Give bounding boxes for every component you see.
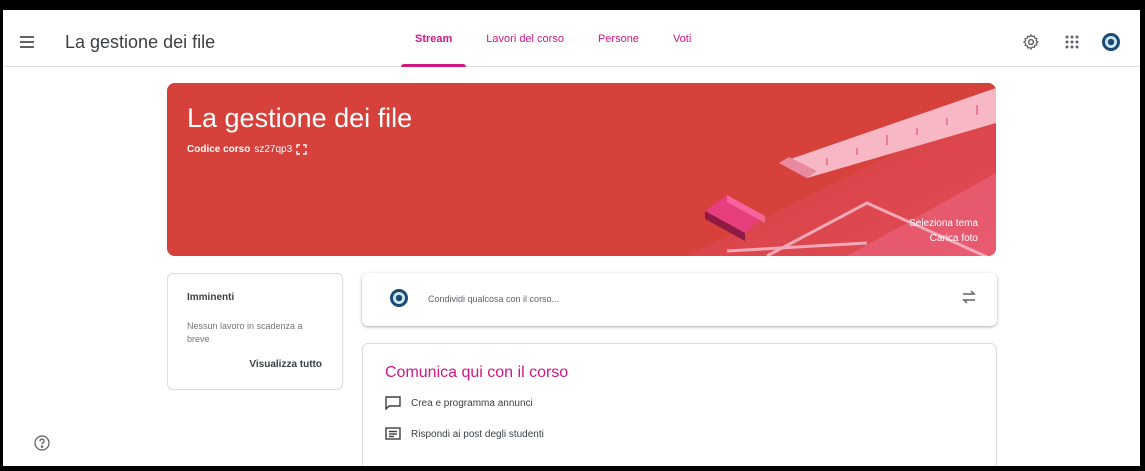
tab-voti[interactable]: Voti	[659, 10, 705, 67]
tab-lavori-del-corso[interactable]: Lavori del corso	[472, 10, 578, 67]
create-announcement-label: Crea e programma annunci	[411, 397, 533, 409]
communicate-heading: Comunica qui con il corso	[385, 364, 569, 381]
class-code-label: Codice corso	[187, 144, 251, 155]
gear-icon[interactable]	[1021, 32, 1041, 52]
share-input[interactable]: Condividi qualcosa con il corso...	[428, 294, 559, 304]
reply-posts-item[interactable]: Rispondi ai post degli studenti	[385, 427, 544, 441]
class-title[interactable]: La gestione dei file	[65, 32, 215, 53]
top-bar: La gestione dei file Stream Lavori del c…	[3, 10, 1140, 67]
upload-photo-link[interactable]: Carica foto	[930, 233, 978, 244]
message-list-icon	[385, 427, 401, 440]
share-box[interactable]: Condividi qualcosa con il corso...	[362, 273, 997, 326]
upcoming-heading: Imminenti	[187, 292, 235, 303]
create-announcement-item[interactable]: Crea e programma annunci	[385, 396, 533, 410]
reply-posts-label: Rispondi ai post degli studenti	[411, 428, 544, 440]
user-avatar-icon	[389, 288, 409, 313]
class-code-value: sz27qp3	[254, 144, 293, 155]
help-icon[interactable]	[34, 435, 50, 456]
upcoming-message: Nessun lavoro in scadenza a breve	[187, 321, 303, 344]
class-code: Codice corso sz27qp3	[187, 144, 307, 155]
communicate-card: Comunica qui con il corso Crea e program…	[362, 343, 997, 466]
select-theme-link[interactable]: Seleziona tema	[909, 218, 978, 229]
upcoming-card: Imminenti Nessun lavoro in scadenza a br…	[167, 273, 343, 390]
comment-icon	[385, 396, 401, 410]
classroom-window: La gestione dei file Stream Lavori del c…	[3, 10, 1140, 466]
apps-grid-icon[interactable]	[1062, 32, 1082, 52]
class-banner: La gestione dei file Codice corso sz27qp…	[167, 83, 996, 256]
view-all-link[interactable]: Visualizza tutto	[249, 359, 322, 370]
banner-title: La gestione dei file	[187, 103, 413, 133]
tab-persone[interactable]: Persone	[584, 10, 653, 67]
account-avatar-icon[interactable]	[1101, 32, 1121, 52]
tab-bar: Stream Lavori del corso Persone Voti	[401, 10, 705, 67]
fullscreen-icon[interactable]	[296, 144, 307, 155]
menu-icon[interactable]	[11, 26, 43, 58]
repost-icon[interactable]	[961, 289, 977, 310]
tab-stream[interactable]: Stream	[401, 10, 467, 67]
